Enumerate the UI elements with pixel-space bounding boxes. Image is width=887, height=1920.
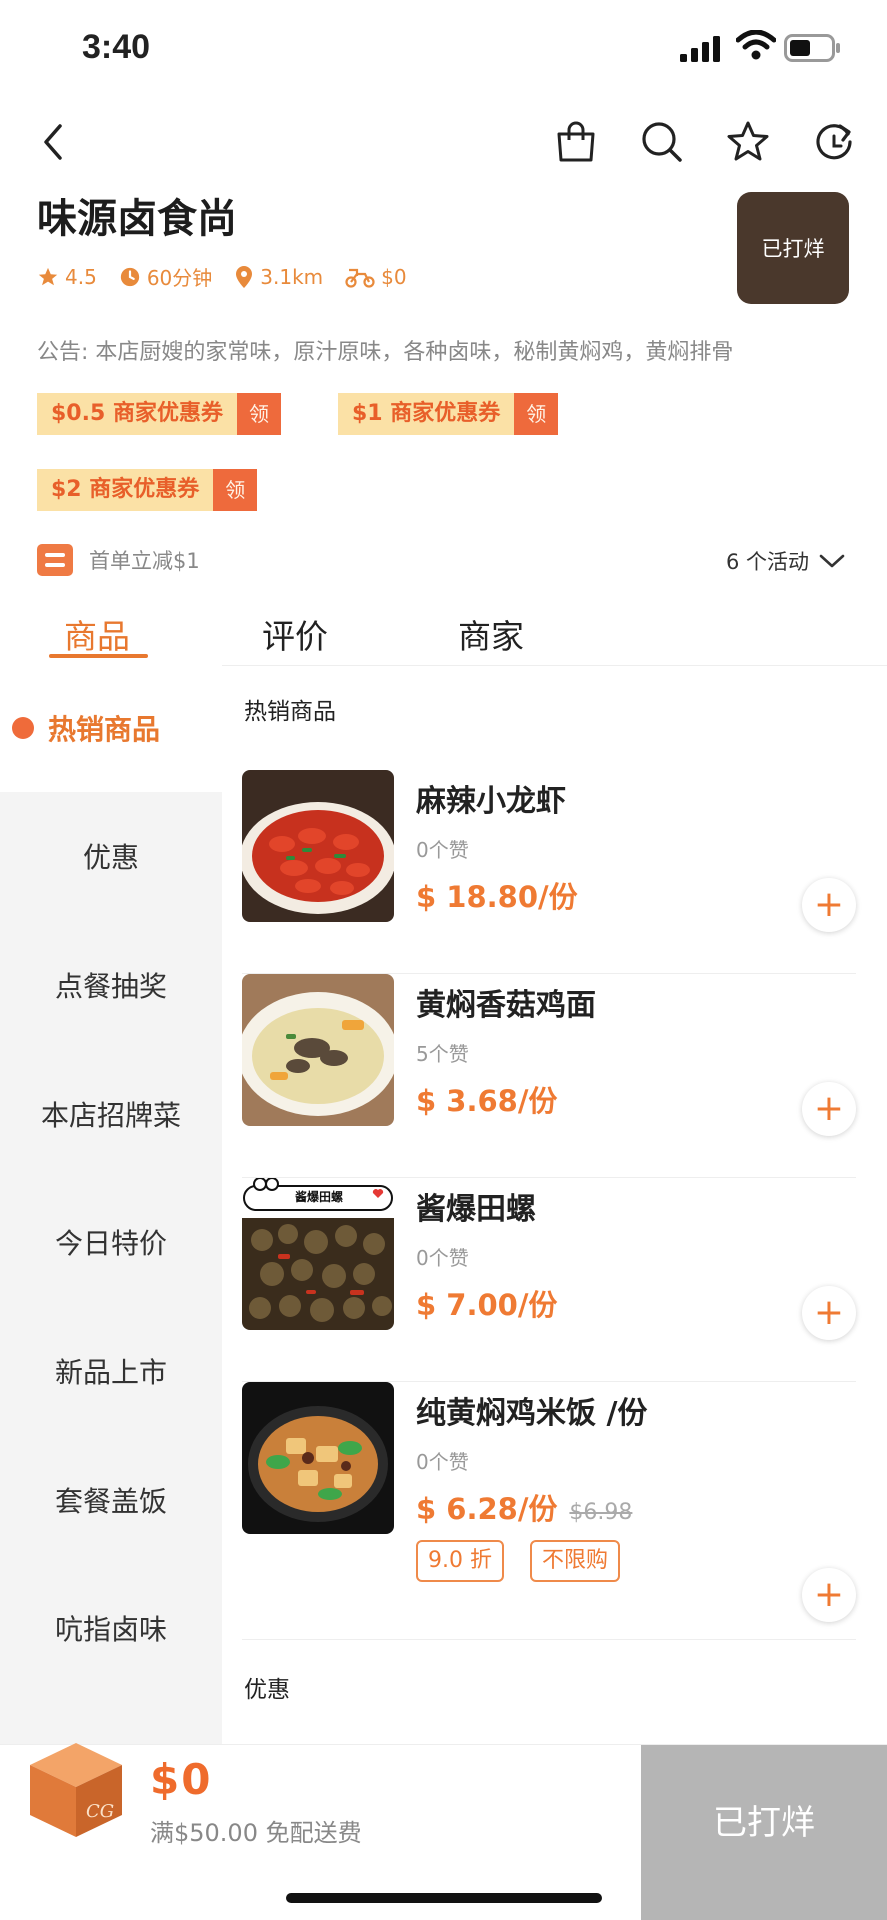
wifi-icon (736, 30, 776, 60)
discount-tag: 9.0 折 (416, 1540, 504, 1582)
first-order-promo: 首单立减$1 (37, 544, 200, 576)
activities-count: 6 个活动 (725, 550, 809, 574)
food-name: 麻辣小龙虾 (416, 784, 566, 819)
food-likes: 5个赞 (416, 1042, 469, 1066)
cellular-signal-icon (680, 36, 720, 62)
checkout-button[interactable]: 已打烊 (641, 1745, 887, 1920)
star-favorite-icon[interactable] (724, 118, 772, 166)
section-title-discount: 优惠 (244, 1677, 290, 1703)
food-item[interactable]: 纯黄焖鸡米饭 /份 0个赞 $ 6.28/份 $6.98 9.0 折 不限购 + (242, 1382, 856, 1640)
location-pin-icon (236, 265, 253, 288)
food-likes: 0个赞 (416, 1450, 469, 1474)
claim-coupon-button[interactable]: 领 (236, 393, 281, 435)
delivery-time-value: 60分钟 (146, 266, 213, 290)
sidebar-item-braised[interactable]: 吭指卤味 (0, 1564, 222, 1692)
delivery-fee-value: $0 (381, 264, 407, 289)
shop-notice[interactable]: 公告: 本店厨嫂的家常味，原汁原味，各种卤味，秘制黄焖鸡，黄焖排骨 (37, 334, 867, 366)
nav-bar (0, 110, 887, 174)
food-image-braised-chicken-rice[interactable] (242, 1382, 394, 1534)
cart-box-logo: CG (86, 1801, 114, 1822)
rating: 4.5 (37, 265, 97, 289)
sidebar-item-combo[interactable]: 套餐盖饭 (0, 1436, 222, 1564)
delivery-time: 60分钟 (119, 262, 212, 291)
food-image-chicken-noodle[interactable] (242, 974, 394, 1126)
sidebar-item-label: 热销商品 (48, 713, 161, 746)
food-name: 黄焖香菇鸡面 (416, 988, 596, 1023)
food-price: $ 6.28/份 $6.98 (416, 1486, 632, 1528)
discount-badge-icon (37, 544, 73, 576)
tab-products[interactable]: 商品 (64, 610, 130, 658)
active-tab-indicator (49, 654, 148, 658)
star-icon (38, 267, 58, 285)
tab-merchant[interactable]: 商家 (458, 610, 524, 658)
category-sidebar: 热销商品 优惠 点餐抽奖 本店招牌菜 今日特价 新品上市 套餐盖饭 吭指卤味 (0, 664, 222, 1744)
add-to-cart-button[interactable]: + (802, 1082, 856, 1136)
chevron-down-icon (819, 554, 845, 568)
food-likes: 0个赞 (416, 1246, 469, 1270)
share-icon[interactable] (810, 118, 858, 166)
distance-value: 3.1km (260, 264, 324, 289)
food-likes: 0个赞 (416, 838, 469, 862)
coupon-label: $2 商家优惠券 (37, 469, 214, 511)
shop-name: 味源卤食尚 (37, 196, 237, 242)
sidebar-item-new[interactable]: 新品上市 (0, 1307, 222, 1435)
home-indicator[interactable] (286, 1893, 602, 1903)
sidebar-item-lottery[interactable]: 点餐抽奖 (0, 921, 222, 1049)
food-name: 纯黄焖鸡米饭 /份 (416, 1396, 648, 1431)
shopping-bag-icon[interactable] (552, 118, 600, 166)
add-to-cart-button[interactable]: + (802, 1286, 856, 1340)
food-price: $ 7.00/份 (416, 1288, 558, 1322)
claim-coupon-button[interactable]: 领 (213, 469, 258, 511)
clock-icon (120, 267, 139, 286)
current-price: $ 6.28/份 (416, 1492, 558, 1526)
fire-icon (12, 717, 34, 739)
add-to-cart-button[interactable]: + (802, 1568, 856, 1622)
status-bar: 3:40 (0, 0, 887, 96)
coupon-2[interactable]: $2 商家优惠券 领 (37, 469, 258, 511)
food-price: $ 18.80/份 (416, 880, 578, 914)
distance: 3.1km (234, 265, 323, 289)
food-image-snails[interactable]: 酱爆田螺 (242, 1178, 394, 1330)
food-item[interactable]: 麻辣小龙虾 0个赞 $ 18.80/份 + (242, 770, 856, 974)
sidebar-item-special[interactable]: 今日特价 (0, 1178, 222, 1306)
food-price: $ 3.68/份 (416, 1084, 558, 1118)
status-time: 3:40 (82, 28, 151, 66)
food-item[interactable]: 酱爆田螺 酱爆田螺 0个赞 $ 7.00/份 + (242, 1178, 856, 1382)
battery-icon (784, 34, 840, 62)
coupon-1[interactable]: $1 商家优惠券 领 (338, 393, 559, 435)
coupon-label: $1 商家优惠券 (338, 393, 515, 435)
search-icon[interactable] (638, 118, 686, 166)
shop-logo[interactable]: 已打烊 (737, 192, 849, 304)
sidebar-item-hot[interactable]: 热销商品 (0, 664, 222, 792)
back-icon[interactable] (30, 118, 78, 166)
delivery-fee: $0 (345, 264, 407, 289)
unlimited-tag: 不限购 (530, 1540, 621, 1582)
activities-toggle[interactable]: 6 个活动 (726, 546, 847, 576)
food-name: 酱爆田螺 (416, 1192, 536, 1227)
cart-icon[interactable]: CG (24, 1737, 128, 1845)
coupon-label: $0.5 商家优惠券 (37, 393, 237, 435)
food-item[interactable]: 黄焖香菇鸡面 5个赞 $ 3.68/份 + (242, 974, 856, 1178)
free-shipping-threshold: 满$50.00 免配送费 (150, 1819, 362, 1847)
shop-meta: 4.5 60分钟 3.1km $0 (37, 262, 429, 291)
sidebar-item-signature[interactable]: 本店招牌菜 (0, 1050, 222, 1178)
add-to-cart-button[interactable]: + (802, 878, 856, 932)
rating-value: 4.5 (65, 264, 97, 289)
promo-text: 首单立减$1 (89, 549, 200, 573)
cart-total: $0 (150, 1755, 213, 1804)
original-price: $6.98 (569, 1500, 633, 1525)
scooter-icon (345, 268, 375, 288)
coupon-0-5[interactable]: $0.5 商家优惠券 领 (37, 393, 281, 435)
tab-reviews[interactable]: 评价 (262, 610, 328, 658)
claim-coupon-button[interactable]: 领 (514, 393, 559, 435)
section-title-hot: 热销商品 (244, 699, 336, 725)
food-image-crayfish[interactable] (242, 770, 394, 922)
snail-banner-label: 酱爆田螺 (294, 1190, 343, 1204)
sidebar-item-discount[interactable]: 优惠 (0, 792, 222, 920)
